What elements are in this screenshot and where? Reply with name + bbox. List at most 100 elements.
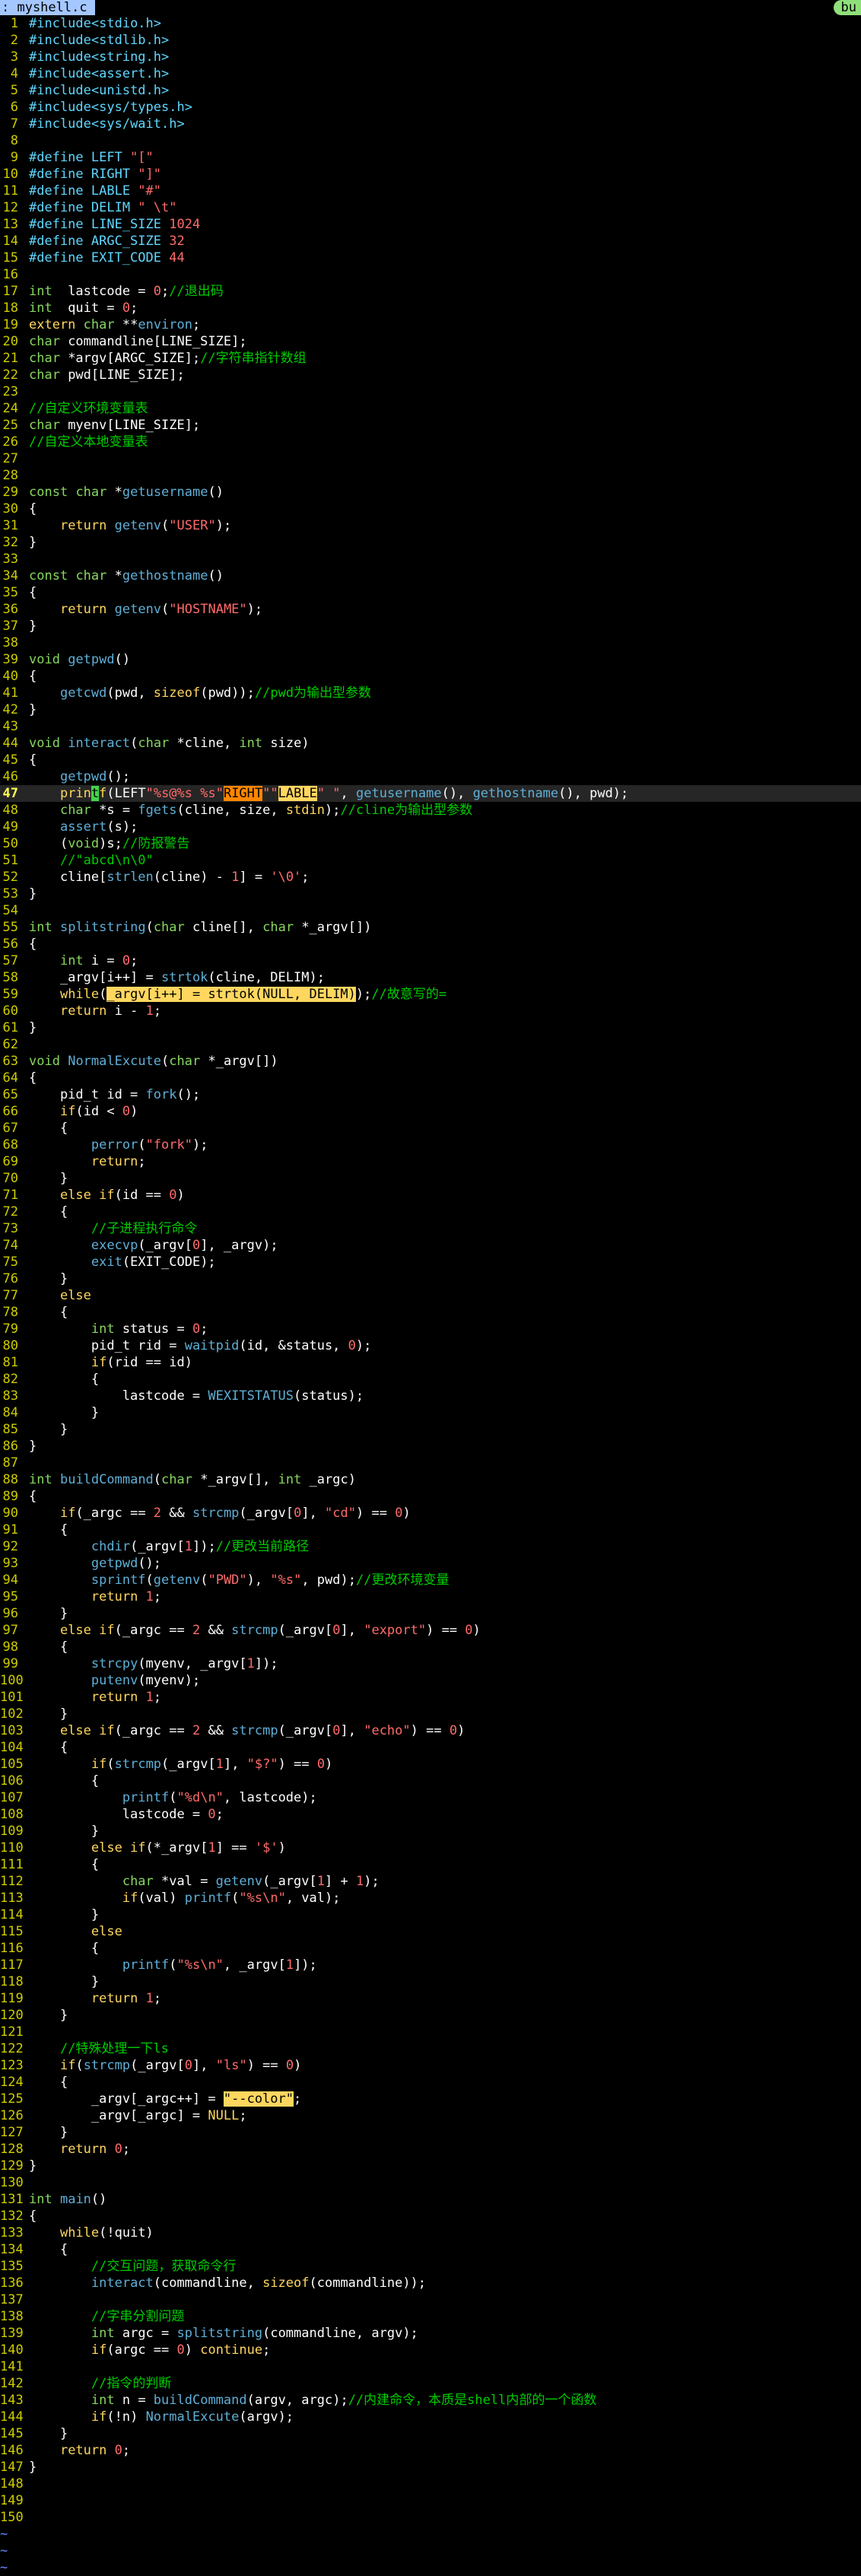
code-line[interactable]: 122 //特殊处理一下ls: [0, 2040, 861, 2057]
code-line[interactable]: 15 #define EXIT_CODE 44: [0, 250, 861, 266]
code-line[interactable]: 136 interact(commandline, sizeof(command…: [0, 2275, 861, 2291]
code-line[interactable]: 91 {: [0, 1522, 861, 1538]
code-line[interactable]: 86}: [0, 1438, 861, 1455]
code-line[interactable]: 142 //指令的判断: [0, 2375, 861, 2392]
code-line[interactable]: 107 printf("%d\n", lastcode);: [0, 1789, 861, 1806]
code-line[interactable]: 115 else: [0, 1923, 861, 1940]
code-line[interactable]: 39 void getpwd(): [0, 651, 861, 668]
code-line[interactable]: 131 int main(): [0, 2191, 861, 2208]
code-line[interactable]: 30 {: [0, 501, 861, 517]
code-line[interactable]: 54: [0, 902, 861, 919]
code-line[interactable]: 97 else if(_argc == 2 && strcmp(_argv[0]…: [0, 1622, 861, 1639]
code-line[interactable]: 4 #include<assert.h>: [0, 65, 861, 82]
code-line[interactable]: 93 getpwd();: [0, 1555, 861, 1572]
code-line[interactable]: 58 _argv[i++] = strtok(cline, DELIM);: [0, 969, 861, 986]
code-line[interactable]: 117 printf("%s\n", _argv[1]);: [0, 1957, 861, 1973]
code-line[interactable]: 18 int quit = 0;: [0, 300, 861, 316]
code-line[interactable]: 7 #include<sys/wait.h>: [0, 116, 861, 132]
code-editor[interactable]: 1 #include<stdio.h> 2 #include<stdlib.h> 3 #i…: [0, 15, 861, 2576]
code-line[interactable]: 34 const char *gethostname(): [0, 568, 861, 584]
code-line[interactable]: 75 exit(EXIT_CODE);: [0, 1254, 861, 1271]
code-line[interactable]: 1 #include<stdio.h>: [0, 15, 861, 32]
code-line[interactable]: 11 #define LABLE "#": [0, 183, 861, 199]
code-line[interactable]: 100 putenv(myenv);: [0, 1672, 861, 1689]
code-line[interactable]: 42}: [0, 701, 861, 718]
code-line[interactable]: 5 #include<unistd.h>: [0, 82, 861, 99]
code-line[interactable]: 77 else: [0, 1287, 861, 1304]
code-line[interactable]: 105 if(strcmp(_argv[1], "$?") == 0): [0, 1756, 861, 1773]
code-line[interactable]: 103 else if(_argc == 2 && strcmp(_argv[0…: [0, 1722, 861, 1739]
code-line[interactable]: 81 if(rid == id): [0, 1354, 861, 1371]
code-line[interactable]: 83 lastcode = WEXITSTATUS(status);: [0, 1388, 861, 1404]
code-line[interactable]: 40 {: [0, 668, 861, 685]
code-line[interactable]: 37}: [0, 618, 861, 634]
code-line[interactable]: 6 #include<sys/types.h>: [0, 99, 861, 116]
code-line[interactable]: 53}: [0, 886, 861, 902]
code-line[interactable]: 14 #define ARGC_SIZE 32: [0, 233, 861, 250]
code-line[interactable]: 19 extern char **environ;: [0, 316, 861, 333]
code-line[interactable]: 72 {: [0, 1204, 861, 1220]
code-line[interactable]: 10 #define RIGHT "]": [0, 166, 861, 183]
code-line[interactable]: 79 int status = 0;: [0, 1321, 861, 1337]
code-line[interactable]: 132 {: [0, 2208, 861, 2225]
code-line[interactable]: 148: [0, 2476, 861, 2492]
code-line[interactable]: 9 #define LEFT "[": [0, 149, 861, 166]
code-line[interactable]: 74 execvp(_argv[0], _argv);: [0, 1237, 861, 1254]
code-line[interactable]: 16: [0, 266, 861, 283]
code-line[interactable]: 95 return 1;: [0, 1589, 861, 1605]
code-line[interactable]: 25 char myenv[LINE_SIZE];: [0, 417, 861, 434]
code-line[interactable]: 121: [0, 2024, 861, 2040]
code-line[interactable]: 3 #include<string.h>: [0, 49, 861, 65]
buffer-indicator[interactable]: bu: [833, 0, 861, 15]
code-line[interactable]: 134 {: [0, 2241, 861, 2258]
code-line[interactable]: 146 return 0;: [0, 2442, 861, 2459]
code-line[interactable]: 49 assert(s);: [0, 819, 861, 835]
code-line[interactable]: 36 return getenv("HOSTNAME");: [0, 601, 861, 618]
code-line[interactable]: 147}: [0, 2459, 861, 2476]
code-line[interactable]: 124 {: [0, 2074, 861, 2091]
code-line[interactable]: 59 while(_argv[i++] = strtok(NULL, DELIM…: [0, 986, 861, 1003]
code-line[interactable]: 88 int buildCommand(char *_argv[], int _a…: [0, 1471, 861, 1488]
code-line[interactable]: 57 int i = 0;: [0, 952, 861, 969]
code-line[interactable]: 65 pid_t id = fork();: [0, 1086, 861, 1103]
code-line[interactable]: 27: [0, 450, 861, 467]
code-line-current[interactable]: 47 printf(LEFT"%s@%s %s"RIGHT""LABLE" ",…: [0, 785, 861, 802]
code-line[interactable]: 101 return 1;: [0, 1689, 861, 1706]
code-line[interactable]: 50 (void)s;//防报警告: [0, 835, 861, 852]
code-line[interactable]: 44 void interact(char *cline, int size): [0, 735, 861, 752]
code-line[interactable]: 106 {: [0, 1773, 861, 1789]
code-line[interactable]: 23: [0, 383, 861, 400]
code-line[interactable]: 114 }: [0, 1907, 861, 1923]
code-line[interactable]: 52 cline[strlen(cline) - 1] = '\0';: [0, 869, 861, 886]
code-line[interactable]: 128 return 0;: [0, 2141, 861, 2158]
code-line[interactable]: 135 //交互问题，获取命令行: [0, 2258, 861, 2275]
code-line[interactable]: 129}: [0, 2158, 861, 2174]
code-line[interactable]: 13 #define LINE_SIZE 1024: [0, 216, 861, 233]
code-line[interactable]: 102 }: [0, 1706, 861, 1722]
code-line[interactable]: 48 char *s = fgets(cline, size, stdin);/…: [0, 802, 861, 819]
tab-myshell-c[interactable]: : myshell.c: [0, 0, 95, 15]
code-line[interactable]: 55 int splitstring(char cline[], char *_a…: [0, 919, 861, 936]
code-line[interactable]: 32}: [0, 534, 861, 551]
code-line[interactable]: 125 _argv[_argc++] = "--color";: [0, 2091, 861, 2107]
code-line[interactable]: 38: [0, 634, 861, 651]
code-line[interactable]: 145 }: [0, 2425, 861, 2442]
code-line[interactable]: 51 //"abcd\n\0": [0, 852, 861, 869]
code-line[interactable]: 56 {: [0, 936, 861, 952]
code-line[interactable]: 64 {: [0, 1070, 861, 1086]
code-line[interactable]: 66 if(id < 0): [0, 1103, 861, 1120]
code-line[interactable]: 21 char *argv[ARGC_SIZE];//字符串指针数组: [0, 350, 861, 367]
code-line[interactable]: 104 {: [0, 1739, 861, 1756]
code-line[interactable]: 150: [0, 2509, 861, 2526]
code-line[interactable]: 99 strcpy(myenv, _argv[1]);: [0, 1655, 861, 1672]
code-line[interactable]: 90 if(_argc == 2 && strcmp(_argv[0], "cd…: [0, 1505, 861, 1522]
code-line[interactable]: 123 if(strcmp(_argv[0], "ls") == 0): [0, 2057, 861, 2074]
code-line[interactable]: 85 }: [0, 1421, 861, 1438]
code-line[interactable]: 35 {: [0, 584, 861, 601]
code-line[interactable]: 69 return;: [0, 1153, 861, 1170]
code-line[interactable]: 8: [0, 132, 861, 149]
code-line[interactable]: 89 {: [0, 1488, 861, 1505]
code-line[interactable]: 41 getcwd(pwd, sizeof(pwd));//pwd为输出型参数: [0, 685, 861, 701]
code-line[interactable]: 78 {: [0, 1304, 861, 1321]
code-line[interactable]: 108 lastcode = 0;: [0, 1806, 861, 1823]
